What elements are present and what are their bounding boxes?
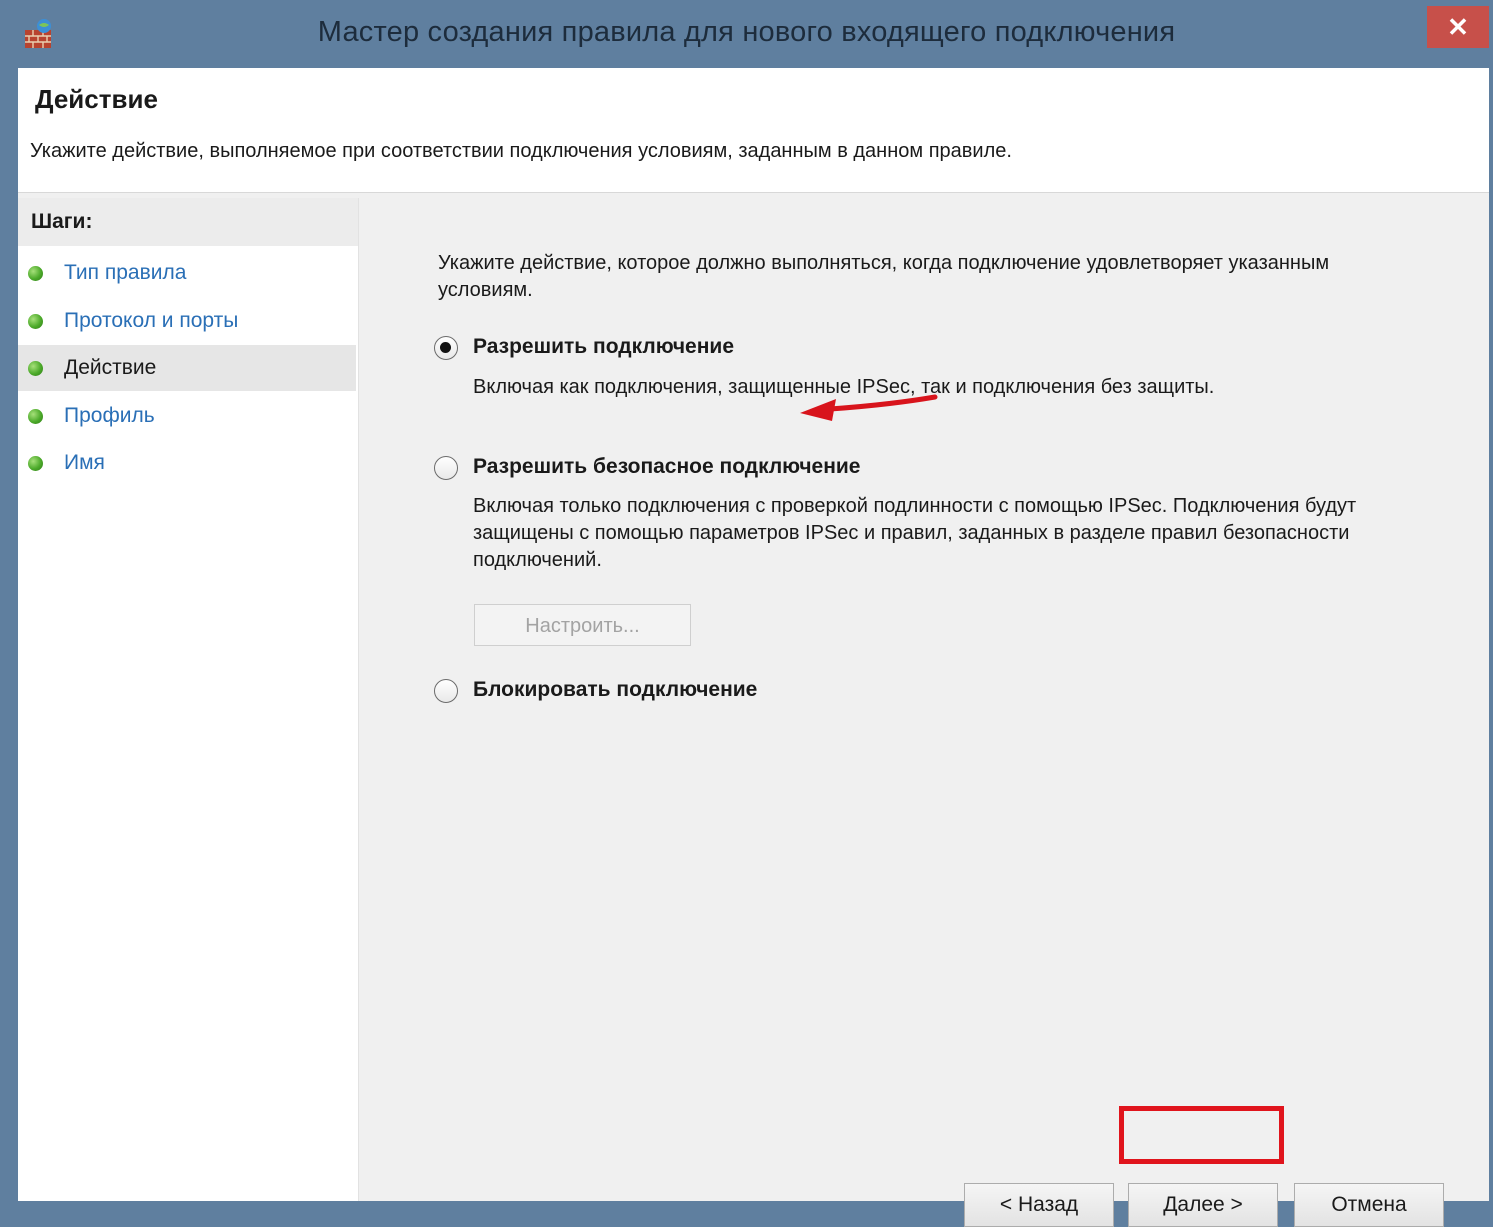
step-rule-type[interactable]: Тип правила xyxy=(18,250,356,296)
step-label: Тип правила xyxy=(64,261,187,284)
next-button[interactable]: Далее > xyxy=(1128,1183,1278,1227)
wizard-header: Действие Укажите действие, выполняемое п… xyxy=(18,68,1489,193)
close-icon: ✕ xyxy=(1447,12,1469,42)
back-button[interactable]: < Назад xyxy=(964,1183,1114,1227)
step-protocol-ports[interactable]: Протокол и порты xyxy=(18,298,356,344)
step-profile[interactable]: Профиль xyxy=(18,393,356,439)
block-connection-label[interactable]: Блокировать подключение xyxy=(473,678,757,702)
block-connection-radio[interactable] xyxy=(434,679,458,703)
step-action[interactable]: Действие xyxy=(18,345,356,391)
step-name[interactable]: Имя xyxy=(18,440,356,486)
next-button-highlight xyxy=(1119,1106,1284,1164)
close-button[interactable]: ✕ xyxy=(1427,6,1489,48)
steps-header: Шаги: xyxy=(18,198,358,246)
allow-connection-label[interactable]: Разрешить подключение xyxy=(473,335,734,359)
wizard-client-area: Действие Укажите действие, выполняемое п… xyxy=(18,68,1489,1227)
step-status-icon xyxy=(28,456,43,471)
allow-connection-radio[interactable] xyxy=(434,336,458,360)
title-bar: Мастер создания правила для нового входя… xyxy=(0,0,1493,68)
step-label: Профиль xyxy=(64,404,155,427)
allow-secure-connection-description: Включая только подключения с проверкой п… xyxy=(473,495,1357,571)
step-status-icon xyxy=(28,266,43,281)
step-status-icon xyxy=(28,409,43,424)
radio-selected-dot xyxy=(440,342,451,353)
page-title: Действие xyxy=(35,84,158,114)
red-arrow-annotation xyxy=(800,394,938,421)
step-label: Протокол и порты xyxy=(64,309,239,332)
step-label: Действие xyxy=(64,356,157,379)
step-label: Имя xyxy=(64,451,105,474)
action-content: Укажите действие, которое должно выполня… xyxy=(363,198,1489,1227)
cancel-button[interactable]: Отмена xyxy=(1294,1183,1444,1227)
action-intro-text: Укажите действие, которое должно выполня… xyxy=(438,252,1330,301)
step-status-icon xyxy=(28,361,43,376)
customize-button[interactable]: Настроить... xyxy=(474,604,691,646)
allow-secure-connection-radio[interactable] xyxy=(434,456,458,480)
steps-header-label: Шаги: xyxy=(31,210,93,233)
step-status-icon xyxy=(28,314,43,329)
allow-secure-connection-label[interactable]: Разрешить безопасное подключение xyxy=(473,455,860,479)
wizard-window: Мастер создания правила для нового входя… xyxy=(0,0,1493,1227)
window-title: Мастер создания правила для нового входя… xyxy=(317,16,1176,48)
steps-panel: Шаги: Тип правила Протокол и порты Дейст… xyxy=(18,198,359,1201)
page-description: Укажите действие, выполняемое при соотве… xyxy=(30,140,1012,162)
